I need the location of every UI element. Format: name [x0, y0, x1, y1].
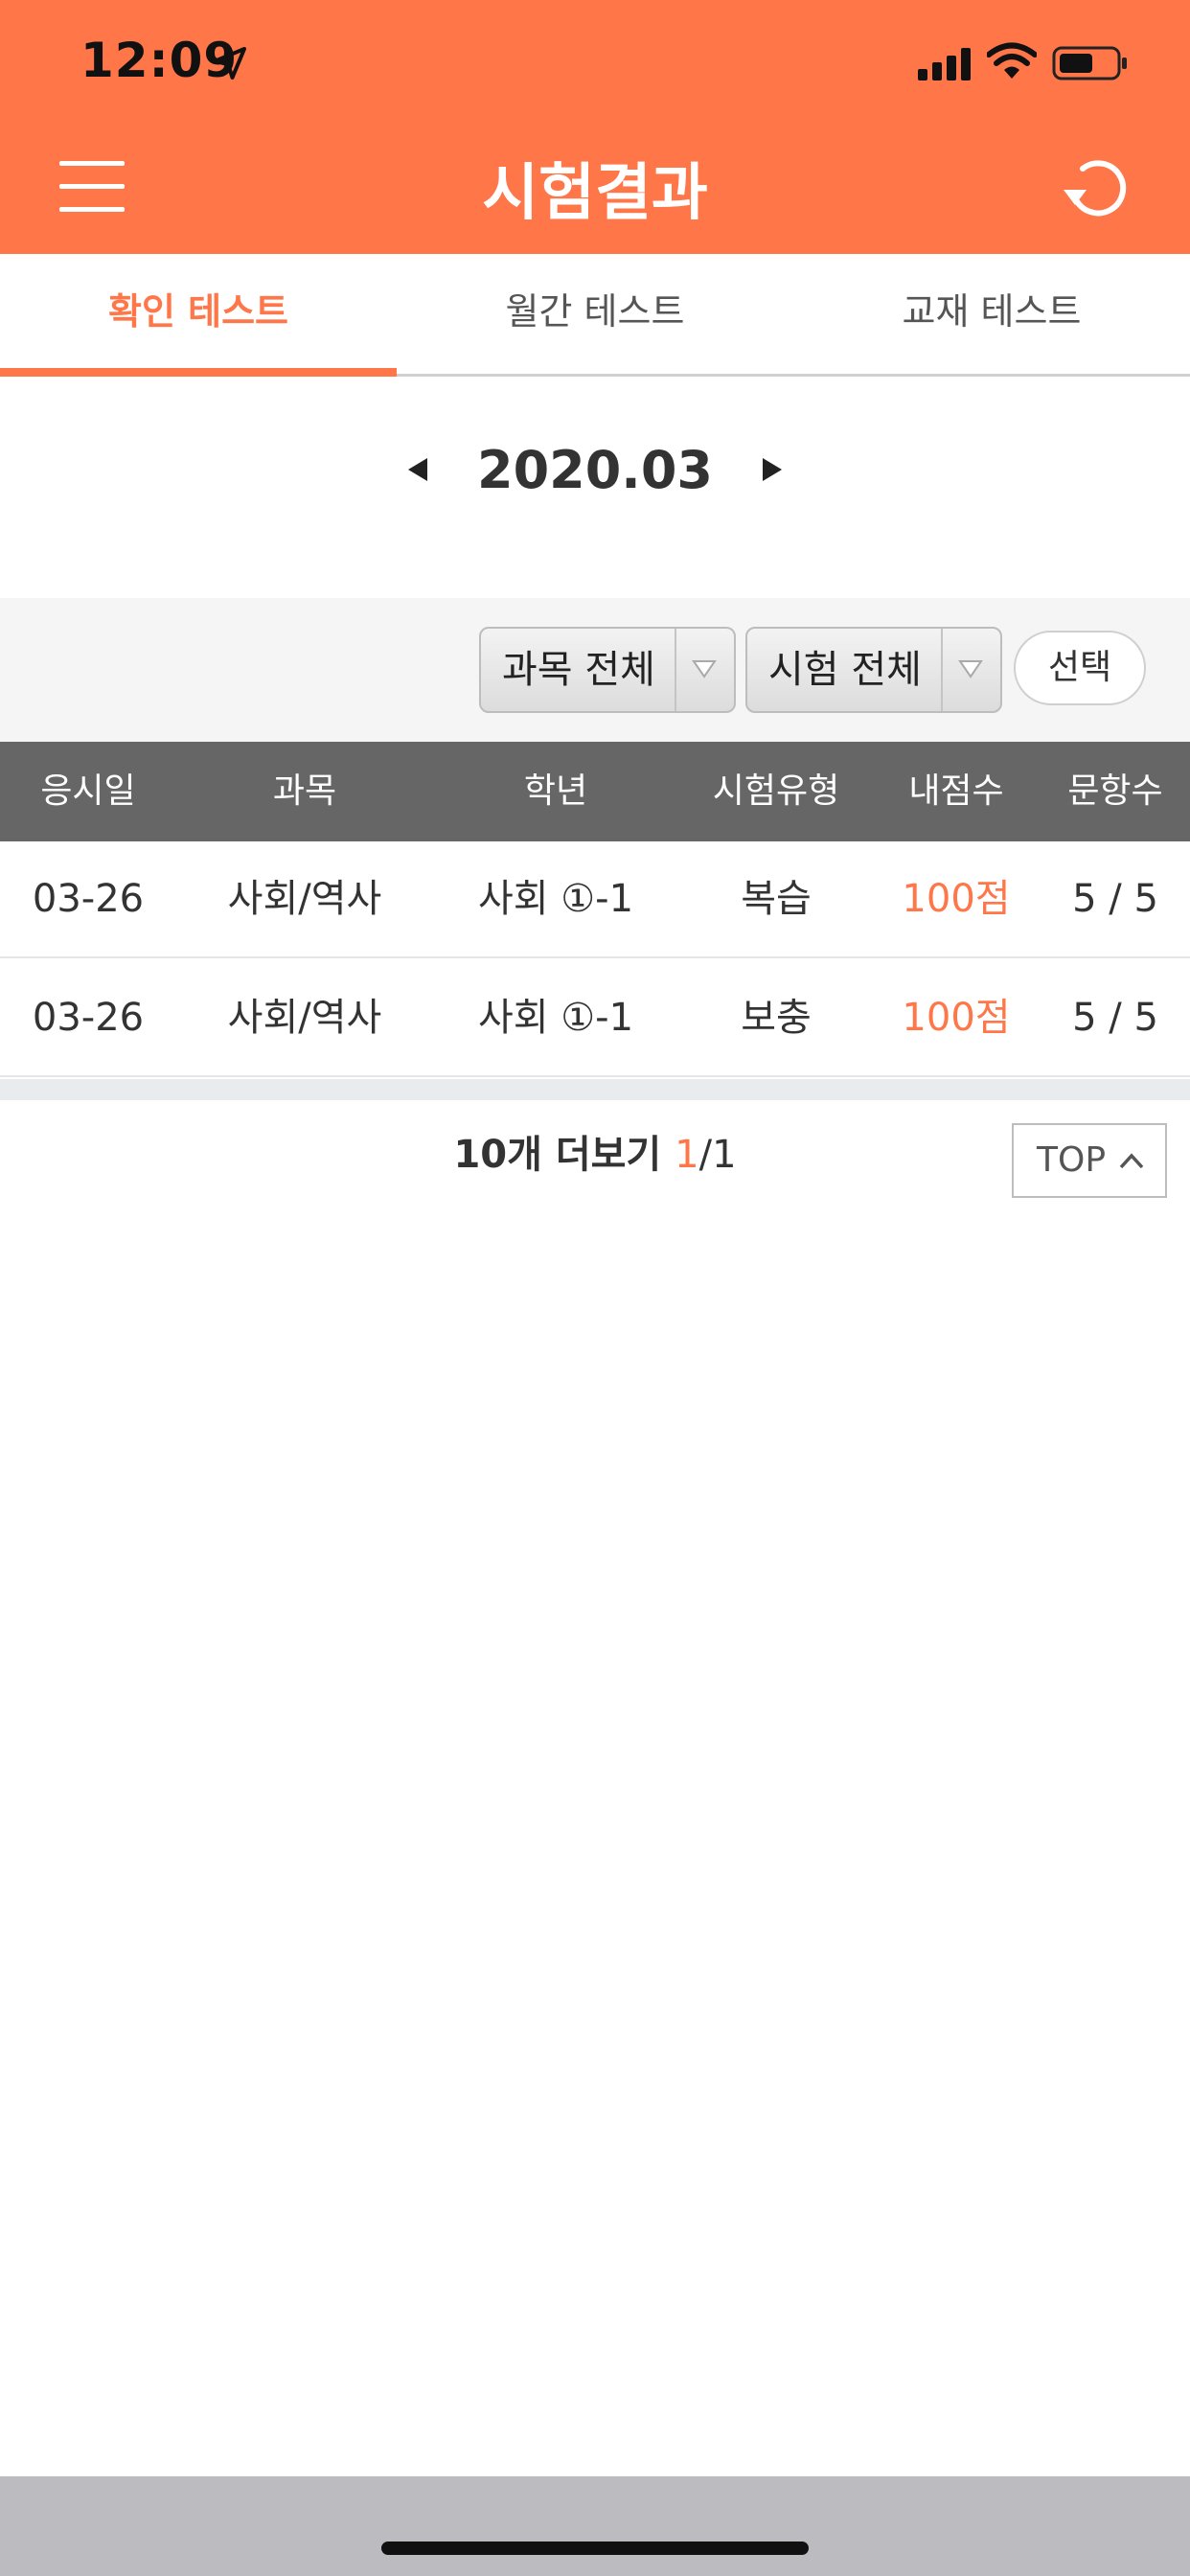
table-bottom-divider	[0, 1079, 1190, 1100]
table-row[interactable]: 03-26 사회/역사 사회 ①-1 복습 100점 5 / 5	[0, 841, 1190, 958]
refresh-icon[interactable]	[1062, 153, 1134, 226]
month-label: 2020.03	[477, 439, 713, 500]
load-more-label: 10개 더보기	[453, 1133, 662, 1177]
status-bar: 12:09	[0, 0, 1190, 129]
cell-question-count: 5 / 5	[1072, 996, 1158, 1040]
filter-bar: 과목 전체 시험 전체 선택	[0, 598, 1190, 742]
page-current: 1	[675, 1133, 699, 1177]
cell-date: 03-26	[32, 996, 145, 1040]
column-header-my-score: 내점수	[908, 771, 1004, 811]
wifi-icon	[987, 42, 1037, 79]
cell-grade: 사회 ①-1	[477, 877, 634, 921]
prev-month-arrow-icon[interactable]	[400, 450, 439, 489]
app-header: 12:09 시험결과	[0, 0, 1190, 254]
home-indicator-area	[0, 2476, 1190, 2576]
cell-subject: 사회/역사	[227, 877, 382, 921]
results-table-header: 응시일 과목 학년 시험유형 내점수 문항수	[0, 742, 1190, 841]
table-row[interactable]: 03-26 사회/역사 사회 ①-1 보충 100점 5 / 5	[0, 960, 1190, 1077]
month-navigator: 2020.03	[0, 431, 1190, 508]
cell-score: 100점	[902, 996, 1011, 1040]
chevron-up-icon	[1119, 1153, 1144, 1169]
tab-monthly-test[interactable]: 월간 테스트	[397, 254, 793, 374]
location-arrow-icon	[214, 47, 246, 80]
battery-icon	[1052, 46, 1127, 80]
column-header-date: 응시일	[40, 771, 136, 811]
cell-grade: 사회 ①-1	[477, 996, 634, 1040]
home-indicator[interactable]	[381, 2542, 809, 2555]
apply-filter-button[interactable]: 선택	[1014, 631, 1146, 705]
next-month-arrow-icon[interactable]	[751, 450, 790, 489]
tab-check-test[interactable]: 확인 테스트	[0, 254, 397, 377]
dropdown-triangle-icon	[692, 660, 717, 678]
tab-textbook-test[interactable]: 교재 테스트	[793, 254, 1190, 374]
cellular-signal-icon	[918, 48, 971, 80]
column-header-question-count: 문항수	[1067, 771, 1163, 811]
column-header-subject: 과목	[272, 771, 337, 811]
cell-subject: 사회/역사	[227, 996, 382, 1040]
cell-date: 03-26	[32, 877, 145, 921]
page-total: /1	[698, 1133, 737, 1177]
exam-select[interactable]: 시험 전체	[745, 627, 1002, 713]
subject-select-value: 과목 전체	[502, 648, 655, 692]
scroll-top-button[interactable]: TOP	[1012, 1123, 1167, 1198]
column-header-grade: 학년	[523, 771, 588, 811]
scroll-top-label: TOP	[1037, 1140, 1107, 1180]
subject-select[interactable]: 과목 전체	[479, 627, 736, 713]
cell-exam-type: 복습	[741, 877, 812, 921]
dropdown-triangle-icon	[958, 660, 983, 678]
cell-exam-type: 보충	[741, 996, 812, 1040]
exam-select-value: 시험 전체	[768, 648, 922, 692]
page-title: 시험결과	[482, 158, 708, 229]
cell-question-count: 5 / 5	[1072, 877, 1158, 921]
select-divider	[675, 629, 676, 711]
test-type-tabs: 확인 테스트 월간 테스트 교재 테스트	[0, 254, 1190, 377]
column-header-exam-type: 시험유형	[712, 771, 840, 811]
cell-score: 100점	[902, 877, 1011, 921]
select-divider	[941, 629, 943, 711]
